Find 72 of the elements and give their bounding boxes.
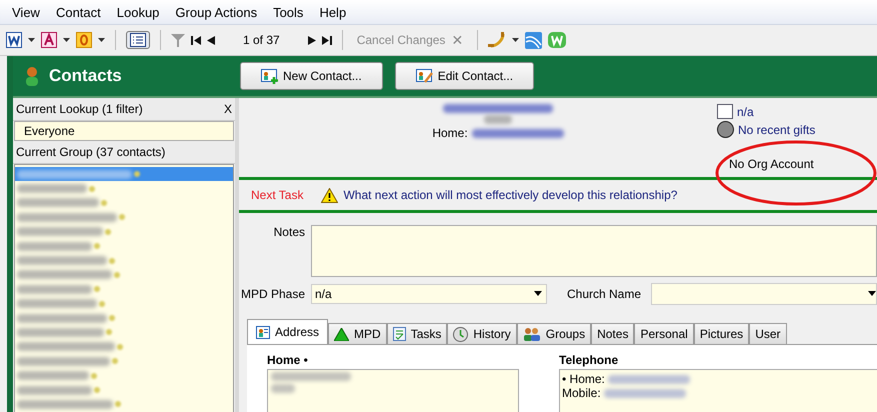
record-position: 1 of 37 <box>243 33 280 47</box>
people-icon <box>522 327 541 341</box>
notes-label: Notes <box>272 225 305 239</box>
next-record-icon[interactable] <box>308 36 316 44</box>
outlook-o-icon[interactable] <box>76 32 92 48</box>
menu-item[interactable]: Contact <box>48 4 109 20</box>
checklist-icon <box>392 327 406 341</box>
tab[interactable]: Pictures <box>694 323 750 344</box>
w-app-icon[interactable] <box>548 32 566 48</box>
blurred-text <box>17 371 89 380</box>
last-record-icon[interactable] <box>322 36 332 44</box>
contact-card-icon <box>256 326 270 338</box>
menu-item[interactable]: View <box>4 4 48 20</box>
gift-status-icon <box>717 121 734 138</box>
notes-field[interactable] <box>311 225 877 277</box>
word-document-icon[interactable] <box>6 32 22 48</box>
contact-list-item[interactable] <box>15 167 233 182</box>
edit-contact-card-icon <box>416 68 434 84</box>
warning-icon <box>321 188 338 203</box>
blurred-text <box>484 115 512 124</box>
org-account-status: No Org Account <box>729 157 815 171</box>
menu-item[interactable]: Group Actions <box>167 4 266 20</box>
tab[interactable]: Notes <box>591 323 634 344</box>
lookup-value: Everyone <box>14 121 234 141</box>
home-address-label: Home • <box>267 353 309 367</box>
phone-handset-icon[interactable] <box>488 32 506 48</box>
tab[interactable]: User <box>749 323 787 344</box>
lookup-title: Current Lookup (1 filter) <box>16 102 143 116</box>
telephone-field[interactable]: • Home: Mobile: <box>559 369 877 412</box>
new-contact-card-icon <box>261 68 279 84</box>
home-address-field[interactable] <box>267 369 519 412</box>
close-lookup-button[interactable]: X <box>224 102 232 116</box>
phone-label: Mobile: <box>562 386 601 400</box>
tab[interactable]: Tasks <box>386 323 448 344</box>
filter-icon[interactable] <box>171 34 185 46</box>
tab[interactable]: Personal <box>634 323 694 344</box>
mpd-phase-dropdown[interactable]: n/a <box>311 284 547 304</box>
blurred-text <box>271 384 295 393</box>
first-record-icon[interactable] <box>191 36 201 44</box>
new-contact-button[interactable]: New Contact... <box>240 62 383 90</box>
dropdown-arrow-icon[interactable] <box>63 38 70 42</box>
menu-item[interactable]: Lookup <box>108 4 168 20</box>
tab[interactable]: History <box>447 323 517 344</box>
phone-label: • Home: <box>562 372 605 386</box>
person-icon <box>25 66 39 86</box>
blurred-text <box>17 184 87 194</box>
mpd-phase-label: MPD Phase <box>240 287 305 301</box>
tab[interactable]: Address <box>247 319 328 344</box>
edit-contact-button[interactable]: Edit Contact... <box>394 62 534 90</box>
status-checkbox[interactable] <box>717 104 733 119</box>
list-view-button[interactable] <box>126 31 150 49</box>
telephone-label: Telephone <box>559 353 620 367</box>
previous-record-icon[interactable] <box>207 36 215 44</box>
section-title: Contacts <box>49 66 122 86</box>
wave-app-icon[interactable] <box>525 32 542 48</box>
menu-item[interactable]: Tools <box>265 4 312 20</box>
status-label: n/a <box>737 104 754 118</box>
tab[interactable]: MPD <box>328 323 387 344</box>
clock-icon <box>453 326 468 342</box>
dropdown-arrow-icon[interactable] <box>28 38 35 42</box>
dropdown-arrow-icon[interactable] <box>98 38 105 42</box>
triangle-icon <box>334 328 350 340</box>
church-name-label: Church Name <box>567 287 642 301</box>
menu-item[interactable]: Help <box>311 4 354 20</box>
home-phone-label: Home: <box>432 126 468 140</box>
access-a-icon[interactable] <box>41 32 57 48</box>
next-task-prompt[interactable]: What next action will most effectively develop this relationship? <box>343 188 678 202</box>
tab[interactable]: Groups <box>516 323 592 344</box>
gift-status: No recent gifts <box>738 122 816 136</box>
group-title: Current Group (37 contacts) <box>16 145 166 159</box>
next-task-label: Next Task <box>251 188 304 202</box>
dropdown-arrow-icon[interactable] <box>512 38 520 42</box>
